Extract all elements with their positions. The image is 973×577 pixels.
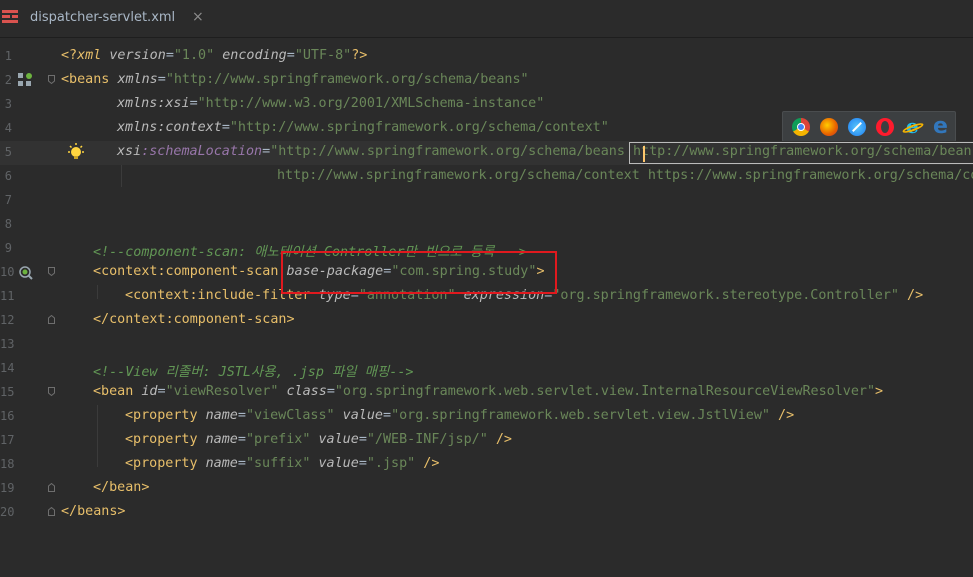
tab-dispatcher-servlet[interactable]: dispatcher-servlet.xml × [0,0,212,37]
line-number: 14 [0,361,15,375]
line-number: 3 [4,97,12,111]
code-line: 3 xmlns:xsi="http://www.w3.org/2001/XMLS… [0,93,973,117]
code-line: 13 [0,333,973,357]
code-line: 12 </context:component-scan> [0,309,973,333]
line-number: 17 [0,433,15,447]
fold-icon[interactable] [48,315,55,324]
line-number: 19 [0,481,15,495]
line-number: 18 [0,457,15,471]
code-line: 1 <?xml version="1.0" encoding="UTF-8"?> [0,45,973,69]
code-text: xmlns:context="http://www.springframewor… [117,120,609,135]
spring-bean-icon[interactable] [18,73,34,87]
lightbulb-icon[interactable] [66,143,86,163]
code-line: 7 [0,189,973,213]
code-line: 8 [0,213,973,237]
code-text: xmlns:xsi="http://www.w3.org/2001/XMLSch… [117,96,545,111]
code-line: 18 <property name="suffix" value=".jsp" … [0,453,973,477]
code-line: 20 </beans> [0,501,973,525]
code-line: 15 <bean id="viewResolver" class="org.sp… [0,381,973,405]
line-number: 20 [0,505,15,519]
fold-icon[interactable] [48,483,55,492]
spring-scan-icon[interactable] [18,265,34,281]
line-number: 2 [4,73,12,87]
text-caret [643,146,645,162]
line-number: 16 [0,409,15,423]
editor-tab-bar: dispatcher-servlet.xml × [0,0,973,38]
line-number: 11 [0,289,15,303]
fold-icon[interactable] [48,507,55,516]
line-number: 6 [4,169,12,183]
code-line: 6 http://www.springframework.org/schema/… [0,165,973,189]
code-line: 16 <property name="viewClass" value="org… [0,405,973,429]
line-number: 15 [0,385,15,399]
line-number: 8 [4,217,12,231]
line-number: 7 [4,193,12,207]
line-number: 10 [0,265,15,279]
line-number: 5 [4,145,12,159]
code-text: <beans xmlns="http://www.springframework… [61,72,529,87]
code-text: <property name="prefix" value="/WEB-INF/… [125,432,512,447]
annotation-highlight-box [281,251,557,294]
code-line: 14 <!--View 리졸버: JSTL사용, .jsp 파일 매핑--> [0,357,973,381]
code-text: <property name="suffix" value=".jsp" /> [125,456,440,471]
line-number: 4 [4,121,12,135]
fold-icon[interactable] [48,75,55,84]
close-icon[interactable]: × [192,9,204,25]
code-text: <property name="viewClass" value="org.sp… [125,408,795,423]
code-line: 17 <property name="prefix" value="/WEB-I… [0,429,973,453]
code-line: 19 </bean> [0,477,973,501]
tab-title: dispatcher-servlet.xml [30,10,176,25]
line-number: 9 [4,241,12,255]
code-text: http://www.springframework.org/schema/co… [277,168,973,183]
line-number: 1 [4,49,12,63]
code-editor[interactable]: e e 1 <?xml version="1.0" encoding="UTF-… [0,45,973,577]
fold-icon[interactable] [48,387,55,396]
fold-icon[interactable] [48,267,55,276]
line-number: 13 [0,337,15,351]
code-text: </context:component-scan> [93,312,295,327]
code-text: </bean> [93,480,150,495]
code-line: 4 xmlns:context="http://www.springframew… [0,117,973,141]
code-text: </beans> [61,504,126,519]
xml-file-icon [2,10,18,23]
selection-highlight [629,142,973,164]
line-number: 12 [0,313,15,327]
code-comment: <!--View 리졸버: JSTL사용, .jsp 파일 매핑--> [93,365,414,380]
code-line: 2 <beans xmlns="http://www.springframewo… [0,69,973,93]
code-text: <bean id="viewResolver" class="org.sprin… [93,384,884,399]
code-text: <?xml version="1.0" encoding="UTF-8"?> [61,48,368,63]
